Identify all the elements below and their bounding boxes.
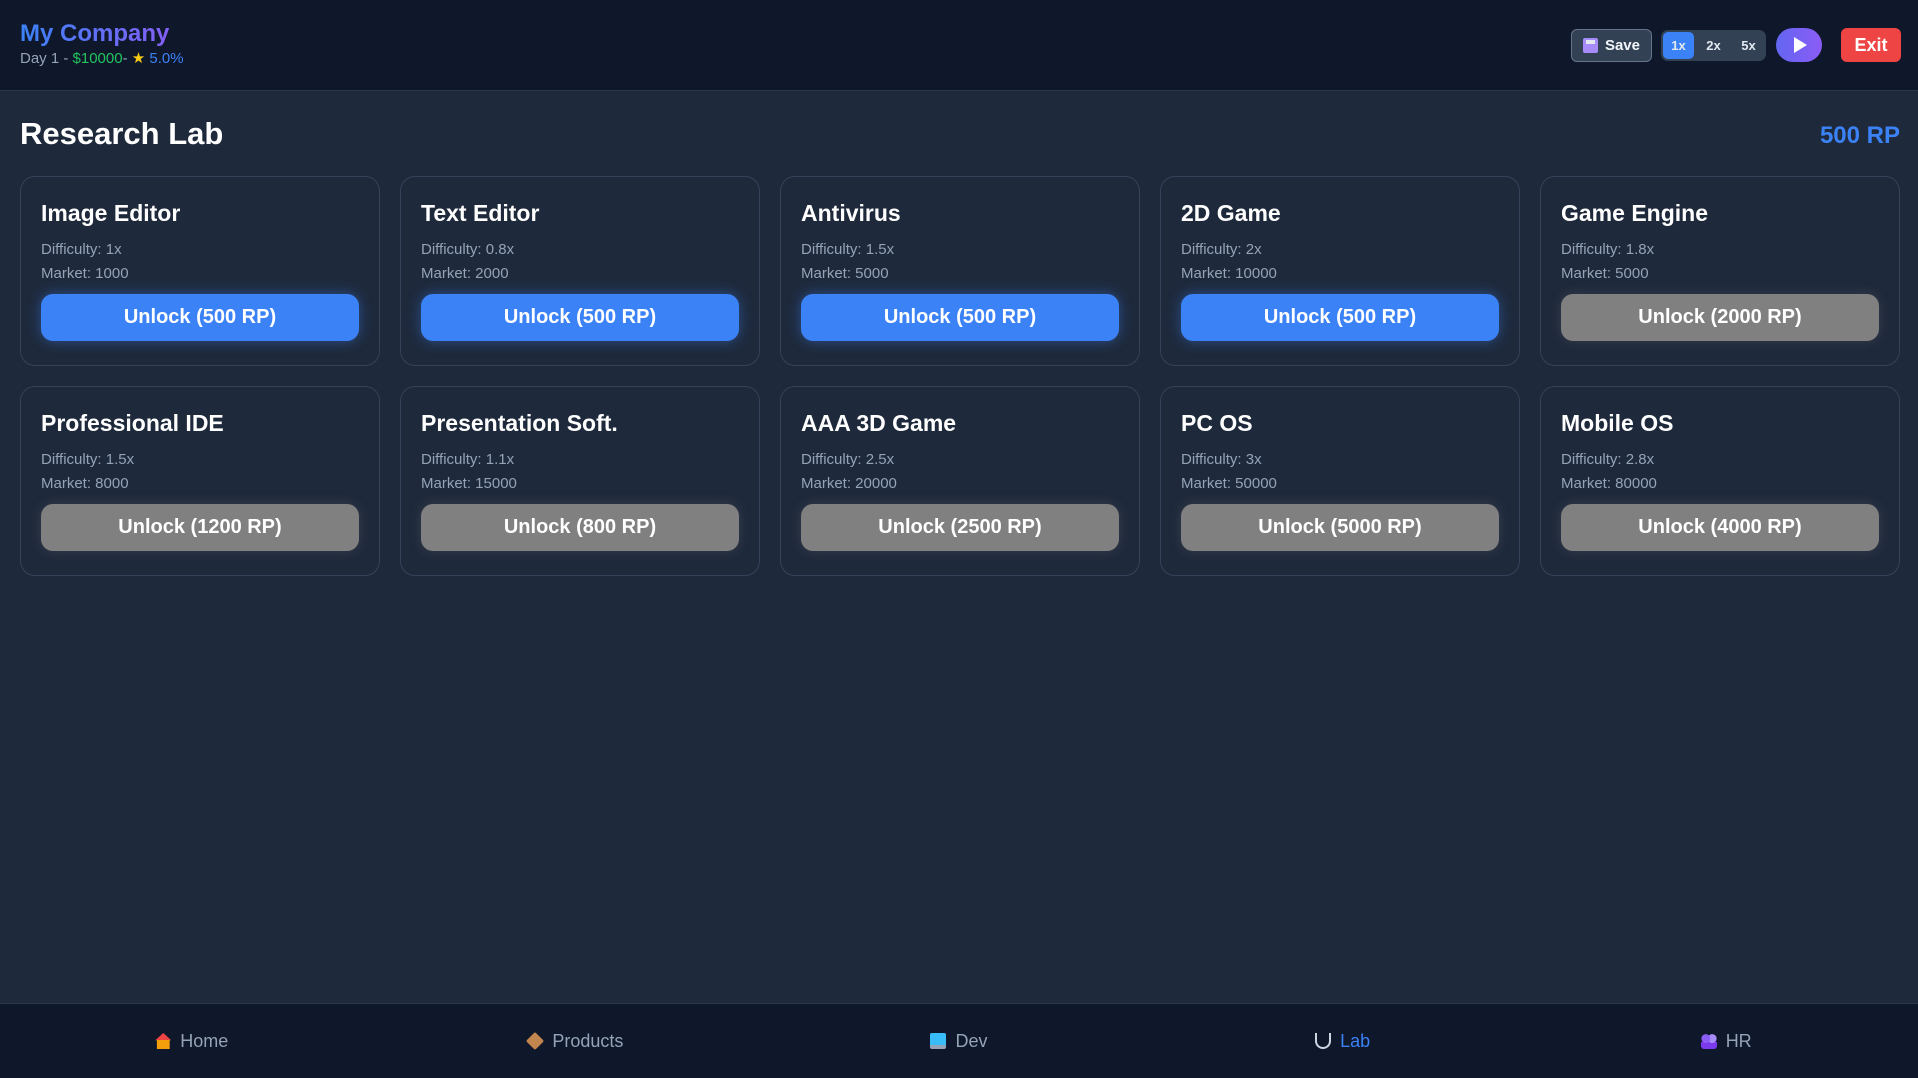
status-separator: - bbox=[122, 50, 132, 67]
speed-selector: 1x 2x 5x bbox=[1661, 29, 1766, 61]
research-market: Market: 50000 bbox=[1181, 475, 1277, 492]
research-name: AAA 3D Game bbox=[801, 410, 957, 436]
research-difficulty: Difficulty: 1.1x bbox=[421, 451, 515, 468]
unlock-button[interactable]: Unlock (4000 RP) bbox=[1561, 504, 1879, 551]
research-name: Image Editor bbox=[41, 200, 181, 226]
research-card-pc-os: PC OS Difficulty: 3x Market: 50000 Unloc… bbox=[1160, 386, 1520, 576]
research-card-aaa-3d-game: AAA 3D Game Difficulty: 2.5x Market: 200… bbox=[780, 386, 1140, 576]
research-name: Professional IDE bbox=[41, 410, 224, 436]
research-card-presentation-soft: Presentation Soft. Difficulty: 1.1x Mark… bbox=[400, 386, 760, 576]
research-name: Mobile OS bbox=[1561, 410, 1674, 436]
nav-label: Products bbox=[552, 1030, 624, 1051]
speed-5x-button[interactable]: 5x bbox=[1733, 32, 1764, 59]
research-difficulty: Difficulty: 1x bbox=[41, 241, 122, 258]
exit-button[interactable]: Exit bbox=[1841, 28, 1901, 62]
play-button[interactable] bbox=[1776, 28, 1822, 62]
research-market: Market: 1000 bbox=[41, 265, 129, 282]
unlock-button[interactable]: Unlock (500 RP) bbox=[421, 294, 739, 341]
research-card-professional-ide: Professional IDE Difficulty: 1.5x Market… bbox=[20, 386, 380, 576]
unlock-button[interactable]: Unlock (500 RP) bbox=[1181, 294, 1499, 341]
research-name: Antivirus bbox=[801, 200, 901, 226]
nav-item-home[interactable]: Home bbox=[0, 1004, 384, 1078]
research-market: Market: 80000 bbox=[1561, 475, 1657, 492]
page-header: Research Lab 500 RP bbox=[20, 116, 1900, 156]
research-market: Market: 20000 bbox=[801, 475, 897, 492]
save-label: Save bbox=[1604, 36, 1640, 54]
nav-label: Home bbox=[180, 1030, 229, 1051]
company-status: Day 1 - $10000- ★ 5.0% bbox=[20, 49, 184, 67]
research-difficulty: Difficulty: 3x bbox=[1181, 451, 1262, 468]
company-info: My Company Day 1 - $10000- ★ 5.0% bbox=[20, 20, 184, 67]
home-icon bbox=[155, 1033, 172, 1049]
top-bar: My Company Day 1 - $10000- ★ 5.0% Save 1… bbox=[0, 0, 1918, 91]
research-card-image-editor: Image Editor Difficulty: 1x Market: 1000… bbox=[20, 176, 380, 366]
bottom-nav: Home Products Dev Lab HR bbox=[0, 1003, 1918, 1078]
speed-1x-button[interactable]: 1x bbox=[1663, 31, 1694, 59]
nav-label: Lab bbox=[1340, 1030, 1371, 1051]
research-name: Presentation Soft. bbox=[421, 410, 618, 436]
unlock-button[interactable]: Unlock (2000 RP) bbox=[1561, 294, 1879, 341]
research-card-game-engine: Game Engine Difficulty: 1.8x Market: 500… bbox=[1540, 176, 1900, 366]
research-difficulty: Difficulty: 1.8x bbox=[1561, 241, 1655, 258]
research-market: Market: 15000 bbox=[421, 475, 517, 492]
package-icon bbox=[526, 1031, 545, 1051]
unlock-button[interactable]: Unlock (2500 RP) bbox=[801, 504, 1119, 551]
research-difficulty: Difficulty: 1.5x bbox=[801, 241, 895, 258]
research-difficulty: Difficulty: 2.8x bbox=[1561, 451, 1655, 468]
speed-2x-button[interactable]: 2x bbox=[1698, 32, 1729, 59]
research-difficulty: Difficulty: 1.5x bbox=[41, 451, 135, 468]
unlock-button[interactable]: Unlock (800 RP) bbox=[421, 504, 739, 551]
unlock-button[interactable]: Unlock (500 RP) bbox=[801, 294, 1119, 341]
save-button[interactable]: Save bbox=[1570, 28, 1652, 62]
page-title: Research Lab bbox=[20, 116, 224, 151]
research-card-mobile-os: Mobile OS Difficulty: 2.8x Market: 80000… bbox=[1540, 386, 1900, 576]
nav-item-hr[interactable]: HR bbox=[1534, 1004, 1918, 1078]
research-name: Game Engine bbox=[1561, 200, 1708, 226]
research-market: Market: 2000 bbox=[421, 265, 509, 282]
research-grid: Image Editor Difficulty: 1x Market: 1000… bbox=[20, 176, 1900, 576]
research-difficulty: Difficulty: 0.8x bbox=[421, 241, 515, 258]
microscope-icon bbox=[1315, 1033, 1332, 1049]
unlock-button[interactable]: Unlock (5000 RP) bbox=[1181, 504, 1499, 551]
game-controls: Save 1x 2x 5x Exit bbox=[1570, 28, 1901, 62]
people-icon bbox=[1700, 1033, 1717, 1049]
nav-item-lab[interactable]: Lab bbox=[1151, 1004, 1535, 1078]
research-card-antivirus: Antivirus Difficulty: 1.5x Market: 5000 … bbox=[780, 176, 1140, 366]
unlock-button[interactable]: Unlock (500 RP) bbox=[41, 294, 359, 341]
play-icon bbox=[1794, 37, 1807, 53]
research-market: Market: 5000 bbox=[801, 265, 889, 282]
research-card-text-editor: Text Editor Difficulty: 0.8x Market: 200… bbox=[400, 176, 760, 366]
nav-item-dev[interactable]: Dev bbox=[767, 1004, 1151, 1078]
research-market: Market: 8000 bbox=[41, 475, 129, 492]
unlock-button[interactable]: Unlock (1200 RP) bbox=[41, 504, 359, 551]
research-difficulty: Difficulty: 2.5x bbox=[801, 451, 895, 468]
research-name: PC OS bbox=[1181, 410, 1253, 436]
research-name: 2D Game bbox=[1181, 200, 1281, 226]
reputation-value: 5.0% bbox=[149, 50, 184, 67]
money-amount: $10000 bbox=[72, 50, 123, 67]
research-card-2d-game: 2D Game Difficulty: 2x Market: 10000 Unl… bbox=[1160, 176, 1520, 366]
laptop-icon bbox=[930, 1033, 947, 1049]
nav-label: HR bbox=[1725, 1030, 1752, 1051]
day-counter: Day 1 - bbox=[20, 50, 73, 67]
floppy-disk-icon bbox=[1582, 37, 1598, 53]
research-market: Market: 5000 bbox=[1561, 265, 1649, 282]
research-difficulty: Difficulty: 2x bbox=[1181, 241, 1262, 258]
research-name: Text Editor bbox=[421, 200, 540, 226]
research-points-total: 500 RP bbox=[1819, 122, 1900, 149]
star-icon: ★ bbox=[131, 50, 146, 67]
company-name: My Company bbox=[20, 20, 184, 48]
research-market: Market: 10000 bbox=[1181, 265, 1277, 282]
nav-label: Dev bbox=[955, 1030, 988, 1051]
nav-item-products[interactable]: Products bbox=[384, 1004, 768, 1078]
